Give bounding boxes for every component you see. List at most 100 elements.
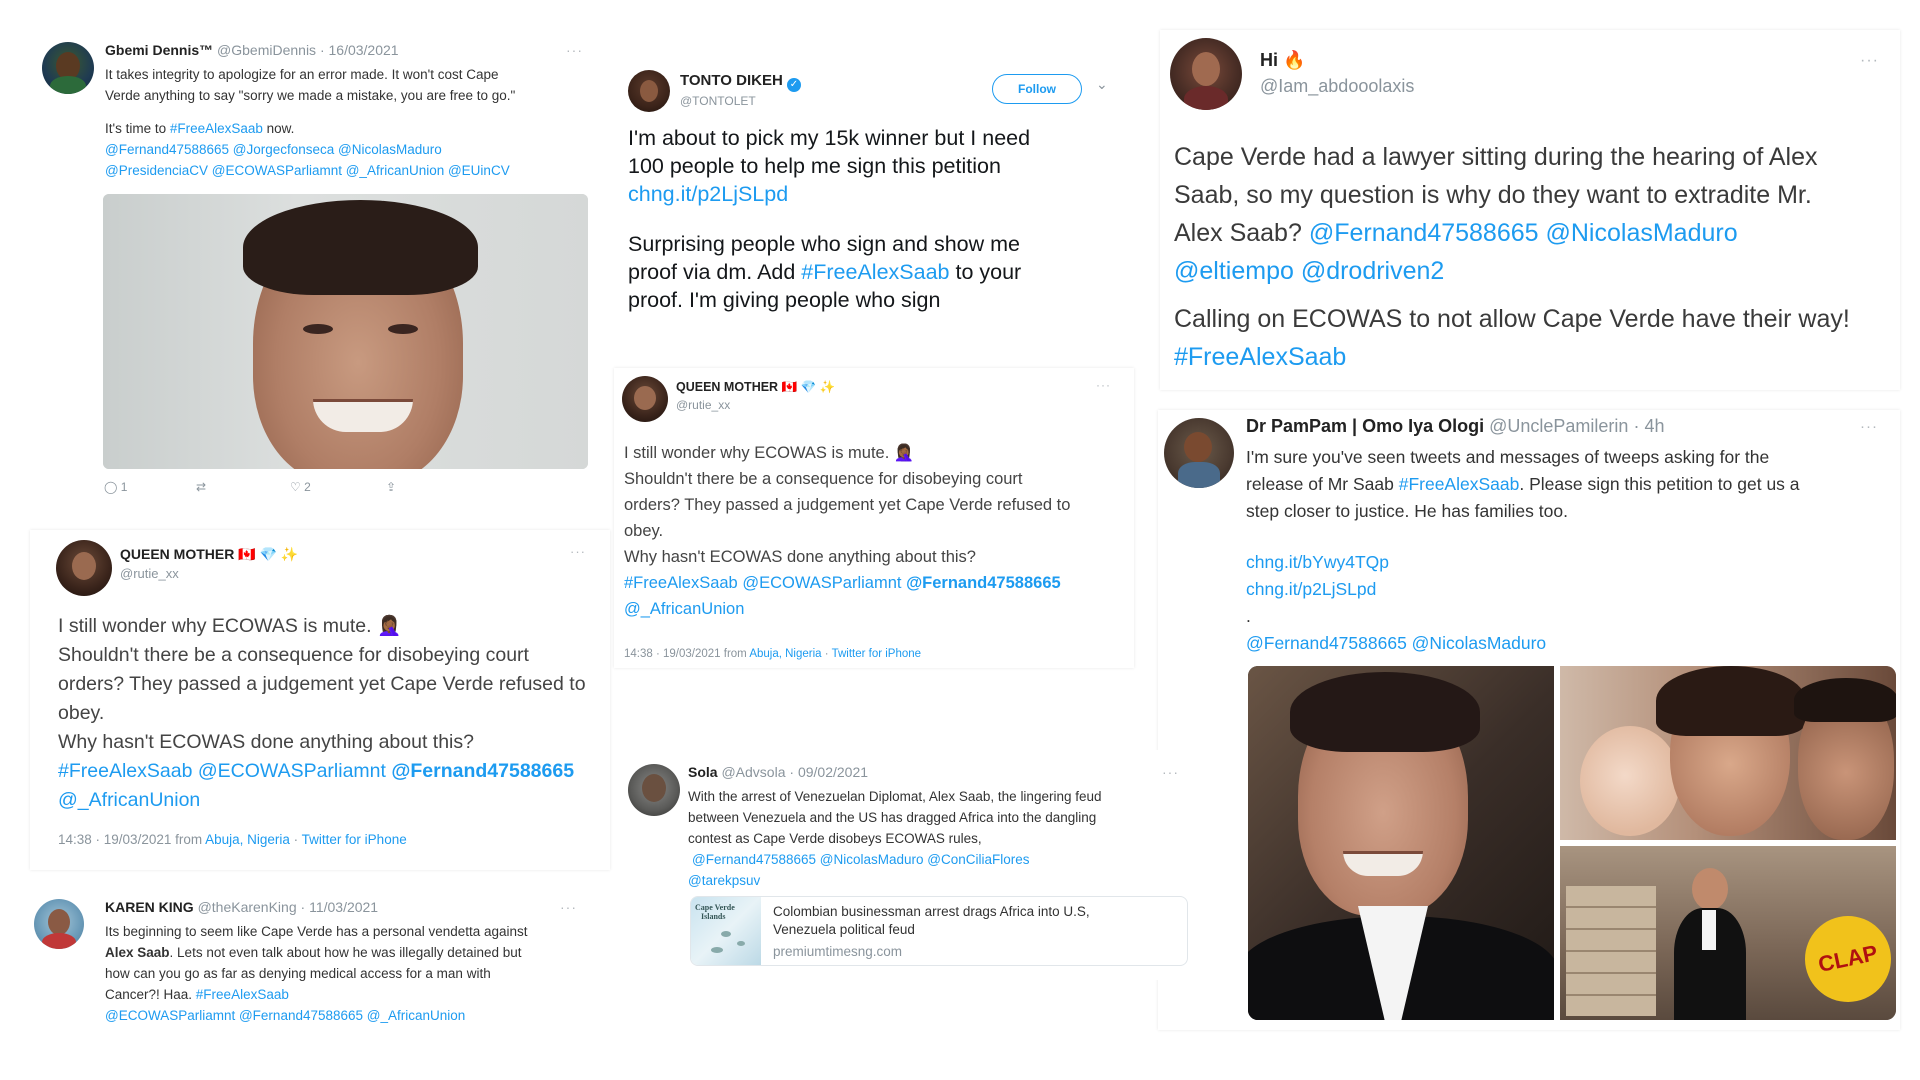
mentions-line[interactable]: @ECOWASParliamnt @Fernand47588665 @_Afri… — [105, 1005, 595, 1026]
author-name[interactable]: KAREN KING — [105, 899, 194, 915]
author-handle[interactable]: @GbemiDennis — [217, 42, 316, 58]
hashtag-link[interactable]: #FreeAlexSaab — [1399, 474, 1520, 494]
author-name[interactable]: TONTO DIKEH — [680, 72, 783, 89]
author-handle[interactable]: @TONTOLET — [680, 94, 756, 108]
more-options-icon[interactable]: ··· — [566, 42, 583, 58]
text: It's time to — [105, 121, 170, 136]
tweet-text-line: I'm about to pick my 15k winner but I ne… — [628, 126, 1031, 150]
like-button[interactable]: ♡ 2 — [290, 480, 311, 494]
mentions-line[interactable]: @Fernand47588665 @NicolasMaduro — [1246, 630, 1896, 657]
hashtag-link[interactable]: #FreeAlexSaab — [170, 121, 263, 136]
retweet-icon[interactable]: ⇄ — [196, 480, 206, 494]
hair-shape — [243, 200, 478, 295]
mentions-line[interactable]: @Fernand47588665 @NicolasMaduro @ConCili… — [688, 849, 1188, 870]
photo-warehouse[interactable]: CLAP — [1560, 846, 1896, 1020]
more-options-icon[interactable]: ··· — [1860, 418, 1878, 435]
tweet-pampam: Dr PamPam | Omo Iya Ologi @UnclePamileri… — [1158, 410, 1900, 1030]
avatar[interactable] — [56, 540, 112, 596]
location-link[interactable]: Abuja, Nigeria — [749, 648, 821, 660]
mention-link[interactable]: @Fernand47588665 — [906, 574, 1061, 592]
tweet-text-line: Verde anything to say "sorry we made a m… — [105, 88, 516, 103]
share-icon[interactable]: ⇪ — [386, 480, 396, 494]
link-preview-card[interactable]: Cape Verde Islands Colombian businessman… — [690, 896, 1188, 966]
text: release of Mr Saab — [1246, 474, 1399, 494]
author-handle[interactable]: @Iam_abdooolaxis — [1260, 76, 1414, 97]
avatar[interactable] — [628, 764, 680, 816]
text: now. — [262, 121, 295, 136]
author-name[interactable]: Dr PamPam | Omo Iya Ologi — [1246, 416, 1484, 436]
author-name[interactable]: QUEEN MOTHER 🇨🇦 💎 ✨ — [676, 380, 835, 395]
avatar[interactable] — [34, 899, 84, 949]
mentions-line[interactable]: @eltiempo @drodriven2 — [1174, 252, 1894, 290]
author-name[interactable]: Sola — [688, 764, 718, 780]
location-link[interactable]: Abuja, Nigeria — [205, 832, 290, 847]
like-count: 2 — [304, 480, 311, 494]
more-options-icon[interactable]: ··· — [570, 544, 586, 559]
avatar[interactable] — [628, 70, 670, 112]
avatar[interactable] — [42, 42, 94, 94]
petition-link[interactable]: chng.it/p2LjSLpd — [1246, 576, 1896, 603]
avatar[interactable] — [1164, 418, 1234, 488]
mentions-line[interactable]: @PresidenciaCV @ECOWASParliamnt @_Africa… — [105, 160, 585, 181]
tweet-photo-portrait[interactable] — [103, 194, 588, 469]
chevron-down-icon[interactable]: ⌄ — [1096, 76, 1108, 93]
client-link[interactable]: Twitter for iPhone — [832, 648, 921, 660]
author-handle[interactable]: @UnclePamilerin — [1489, 416, 1628, 436]
author-name[interactable]: Hi 🔥 — [1260, 50, 1305, 71]
mentions-link[interactable]: @Fernand47588665 @NicolasMaduro — [1309, 219, 1738, 247]
tweet-text-line: Alex Saab? @Fernand47588665 @NicolasMadu… — [1174, 214, 1894, 252]
reply-button[interactable]: ◯ 1 — [104, 480, 127, 494]
hashtag-link[interactable]: #FreeAlexSaab @ECOWASParliamnt — [58, 760, 391, 782]
hashtag-link[interactable]: #FreeAlexSaab @ECOWASParliamnt — [624, 574, 906, 592]
mentions-line[interactable]: @Fernand47588665 @Jorgecfonseca @Nicolas… — [105, 139, 585, 160]
more-options-icon[interactable]: ··· — [1860, 52, 1879, 70]
avatar[interactable] — [622, 376, 668, 422]
separator: · — [821, 648, 832, 660]
tweet-date[interactable]: · 16/03/2021 — [320, 42, 399, 58]
tweet-text-line: I still wonder why ECOWAS is mute. 🤦🏾‍♀️ — [624, 444, 915, 462]
petition-link[interactable]: chng.it/bYwy4TQp — [1246, 549, 1896, 576]
more-options-icon[interactable]: ··· — [1096, 378, 1111, 392]
hashtag-link[interactable]: #FreeAlexSaab — [196, 987, 289, 1002]
tweet-text-line: proof. I'm giving people who sign — [628, 288, 941, 312]
follow-button[interactable]: Follow — [992, 74, 1082, 104]
author-handle[interactable]: @Advsola — [721, 764, 785, 780]
mention-link[interactable]: @_AfricanUnion — [58, 786, 608, 815]
mention-link[interactable]: @Fernand47588665 — [391, 760, 574, 782]
photo-family[interactable] — [1560, 666, 1896, 840]
avatar[interactable] — [1170, 38, 1242, 110]
timestamp[interactable]: 14:38 · 19/03/2021 from — [624, 648, 749, 660]
tweet-hi: Hi 🔥 @Iam_abdooolaxis ··· Cape Verde had… — [1160, 30, 1900, 390]
tweet-text-line: It's time to #FreeAlexSaab now. — [105, 118, 585, 139]
dot-text: . — [1246, 606, 1251, 626]
client-link[interactable]: Twitter for iPhone — [302, 832, 407, 847]
tweet-text-line: Surprising people who sign and show me — [628, 232, 1021, 256]
tweet-meta: 14:38 · 19/03/2021 from Abuja, Nigeria ·… — [58, 832, 407, 847]
mention-link[interactable]: @_AfricanUnion — [624, 596, 1129, 622]
tweet-text-line: It takes integrity to apologize for an e… — [105, 67, 499, 82]
author-handle[interactable]: @rutie_xx — [676, 398, 730, 412]
timestamp[interactable]: 14:38 · 19/03/2021 from — [58, 832, 205, 847]
more-options-icon[interactable]: ··· — [560, 899, 577, 915]
card-title-line: Venezuela political feud — [773, 922, 915, 937]
tweet-time[interactable]: · 4h — [1633, 416, 1664, 436]
tweet-date[interactable]: · 11/03/2021 — [301, 899, 379, 915]
author-name[interactable]: Gbemi Dennis™ — [105, 42, 213, 58]
tweet-date[interactable]: · 09/02/2021 — [789, 764, 868, 780]
hashtag-link[interactable]: #FreeAlexSaab — [1174, 338, 1894, 376]
hashtag-link[interactable]: #FreeAlexSaab — [801, 260, 949, 284]
photo-portrait-suit[interactable] — [1248, 666, 1554, 1020]
tweet-text-line: Why hasn't ECOWAS done anything about th… — [58, 731, 474, 753]
mentions-line[interactable]: @tarekpsuv — [688, 870, 1188, 891]
text: Alex Saab? — [1174, 219, 1309, 247]
more-options-icon[interactable]: ··· — [1162, 764, 1179, 780]
baby-shape — [1580, 726, 1680, 836]
tweet-karen: KAREN KING @theKarenKing · 11/03/2021 ··… — [30, 885, 590, 1045]
tweet-text-line: Cancer?! Haa. #FreeAlexSaab — [105, 984, 595, 1005]
tweet-text-line: between Venezuela and the US has dragged… — [688, 810, 1097, 825]
verified-badge-icon: ✓ — [786, 78, 801, 92]
author-handle[interactable]: @theKarenKing — [198, 899, 297, 915]
petition-link[interactable]: chng.it/p2LjSLpd — [628, 180, 1138, 208]
author-name[interactable]: QUEEN MOTHER 🇨🇦 💎 ✨ — [120, 546, 298, 563]
author-handle[interactable]: @rutie_xx — [120, 566, 179, 581]
